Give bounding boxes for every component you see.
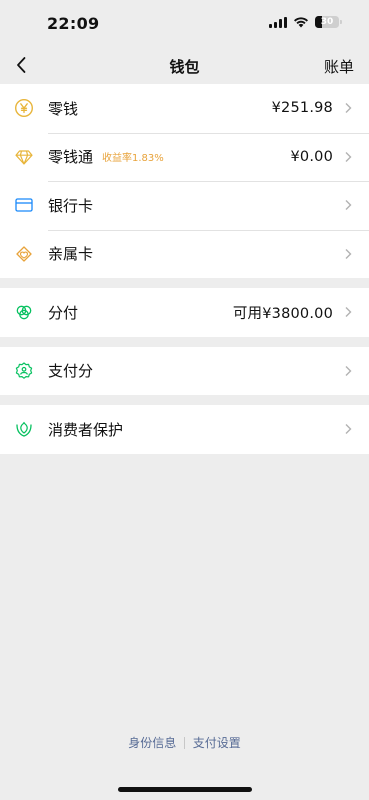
- list-item-bank-card[interactable]: 银行卡: [0, 181, 369, 230]
- chevron-right-icon: [345, 248, 352, 259]
- status-icons: 30: [269, 16, 342, 28]
- yield-rate-tag: 收益率1.83%: [102, 153, 164, 165]
- bill-button[interactable]: 账单: [324, 56, 354, 77]
- family-card-icon: [0, 244, 48, 264]
- list-item-label: 零钱通: [48, 148, 94, 167]
- list-item-label: 消费者保护: [48, 420, 124, 439]
- chevron-right-icon: [345, 200, 352, 211]
- list-item-label: 分付: [48, 303, 79, 322]
- balance-value: ¥251.98: [271, 100, 333, 117]
- fenfu-available-value: 可用¥3800.00: [232, 305, 333, 322]
- identity-info-link[interactable]: 身份信息: [128, 734, 176, 751]
- list-item-fenfu[interactable]: 分付 可用¥3800.00: [0, 288, 369, 337]
- chevron-right-icon: [345, 103, 352, 114]
- payment-settings-link[interactable]: 支付设置: [193, 734, 241, 751]
- diamond-icon: [0, 147, 48, 167]
- lingqiantong-value: ¥0.00: [290, 148, 333, 165]
- list-item-consumer-protection[interactable]: 消费者保护: [0, 405, 369, 454]
- list-item-payscore[interactable]: 支付分: [0, 347, 369, 396]
- chevron-right-icon: [345, 151, 352, 162]
- page-title: 钱包: [169, 58, 200, 76]
- list-item-lingqian[interactable]: 零钱 ¥251.98: [0, 84, 369, 133]
- chevron-right-icon: [345, 424, 352, 435]
- fenfu-group: 分付 可用¥3800.00: [0, 288, 369, 337]
- bank-card-icon: [0, 195, 48, 215]
- chevron-right-icon: [345, 307, 352, 318]
- list-item-family-card[interactable]: 亲属卡: [0, 229, 369, 279]
- nav-bar: 钱包 账单: [0, 48, 369, 84]
- wifi-icon: [294, 17, 308, 28]
- battery-icon: 30: [315, 16, 342, 28]
- status-time: 22:09: [47, 14, 100, 33]
- list-item-label: 支付分: [48, 362, 94, 381]
- consumer-protection-icon: [0, 419, 48, 439]
- consumer-protection-group: 消费者保护: [0, 405, 369, 454]
- payscore-group: 支付分: [0, 346, 369, 396]
- back-icon[interactable]: [10, 53, 34, 77]
- fenfu-icon: [0, 302, 48, 322]
- list-item-label: 亲属卡: [48, 245, 94, 264]
- signal-icon: [269, 16, 287, 28]
- list-item-label: 零钱: [48, 99, 79, 118]
- battery-level: 30: [320, 17, 334, 27]
- status-bar: 22:09 30: [0, 0, 369, 48]
- footer-divider: [184, 736, 185, 749]
- wallet-group: 零钱 ¥251.98 零钱通 收益率1.83% ¥0.00 银行卡 亲属卡: [0, 84, 369, 278]
- footer-links: 身份信息 支付设置: [0, 734, 369, 751]
- yen-coin-icon: [0, 98, 48, 118]
- payscore-icon: [0, 361, 48, 381]
- home-indicator[interactable]: [118, 787, 252, 792]
- list-item-lingqiantong[interactable]: 零钱通 收益率1.83% ¥0.00: [0, 132, 369, 182]
- list-item-label: 银行卡: [48, 196, 94, 215]
- chevron-right-icon: [345, 365, 352, 376]
